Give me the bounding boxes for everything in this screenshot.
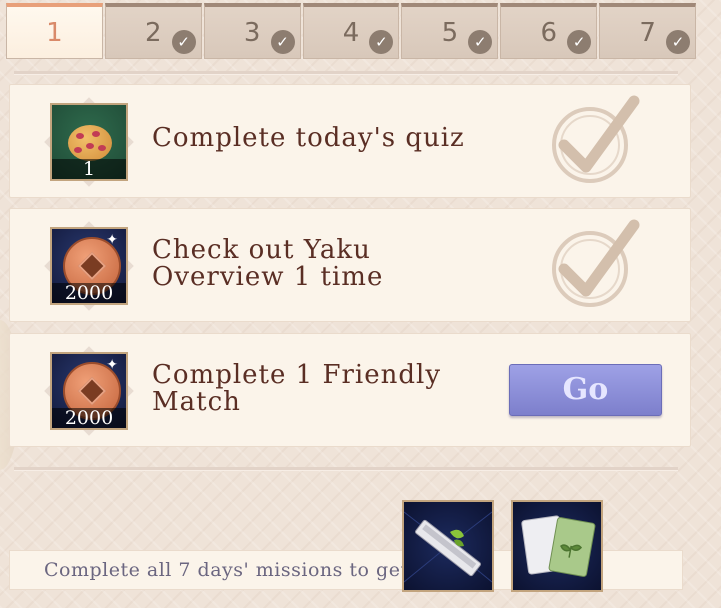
sparkle-icon: ✦ [106,232,118,248]
reward-slot: 1 [44,97,134,187]
tab-label: 4 [342,17,360,48]
mission-row: 1 Complete today's quiz [9,84,691,198]
check-icon: ✓ [270,30,295,54]
mission-row: ✦ 2000 Complete 1 Friendly Match Go [9,333,691,447]
check-icon: ✓ [666,30,691,54]
divider [14,71,678,75]
divider [14,467,678,471]
reward-slot: ✦ 2000 [44,221,134,311]
completion-reward-text: Complete all 7 days' missions to get: [44,559,416,581]
tab-label: 6 [540,17,557,48]
tab-label: 1 [46,17,63,48]
tab-day-7[interactable]: 7 ✓ [599,3,697,59]
mission-text: Complete 1 Friendly Match [152,360,442,417]
tab-day-1[interactable]: 1 [6,3,103,59]
mission-text: Check out Yaku Overview 1 time [152,235,384,292]
reward-count: 1 [52,159,126,179]
tab-day-4[interactable]: 4 ✓ [302,3,400,59]
tile-rack-icon[interactable] [402,500,494,592]
completed-check-stamp-icon [552,219,640,307]
mission-text: Complete today's quiz [152,123,465,153]
tab-label: 5 [441,17,459,48]
reward-slot: ✦ 2000 [44,346,134,436]
mission-row: ✦ 2000 Check out Yaku Overview 1 time [9,208,691,322]
coin-icon[interactable]: ✦ 2000 [50,352,128,430]
reward-count: 2000 [52,283,126,303]
sparkle-icon: ✦ [106,357,118,373]
tab-label: 2 [145,17,162,48]
tab-label: 7 [639,17,656,48]
check-icon: ✓ [567,30,592,54]
tab-day-2[interactable]: 2 ✓ [104,3,202,59]
go-button[interactable]: Go [509,364,662,416]
reward-count: 2000 [52,408,126,428]
tab-label: 3 [243,17,261,48]
completed-check-stamp-icon [552,95,640,183]
tab-day-6[interactable]: 6 ✓ [500,3,598,59]
cookie-icon[interactable]: 1 [50,103,128,181]
check-icon: ✓ [468,30,493,54]
tab-day-5[interactable]: 5 ✓ [401,3,499,59]
check-icon: ✓ [369,30,394,54]
coin-icon[interactable]: ✦ 2000 [50,227,128,305]
day-tabs: 1 2 ✓ 3 ✓ 4 ✓ 5 ✓ 6 ✓ 7 ✓ [6,3,697,59]
check-icon: ✓ [171,30,196,54]
tab-day-3[interactable]: 3 ✓ [203,3,301,59]
card-pair-icon[interactable] [511,500,603,592]
